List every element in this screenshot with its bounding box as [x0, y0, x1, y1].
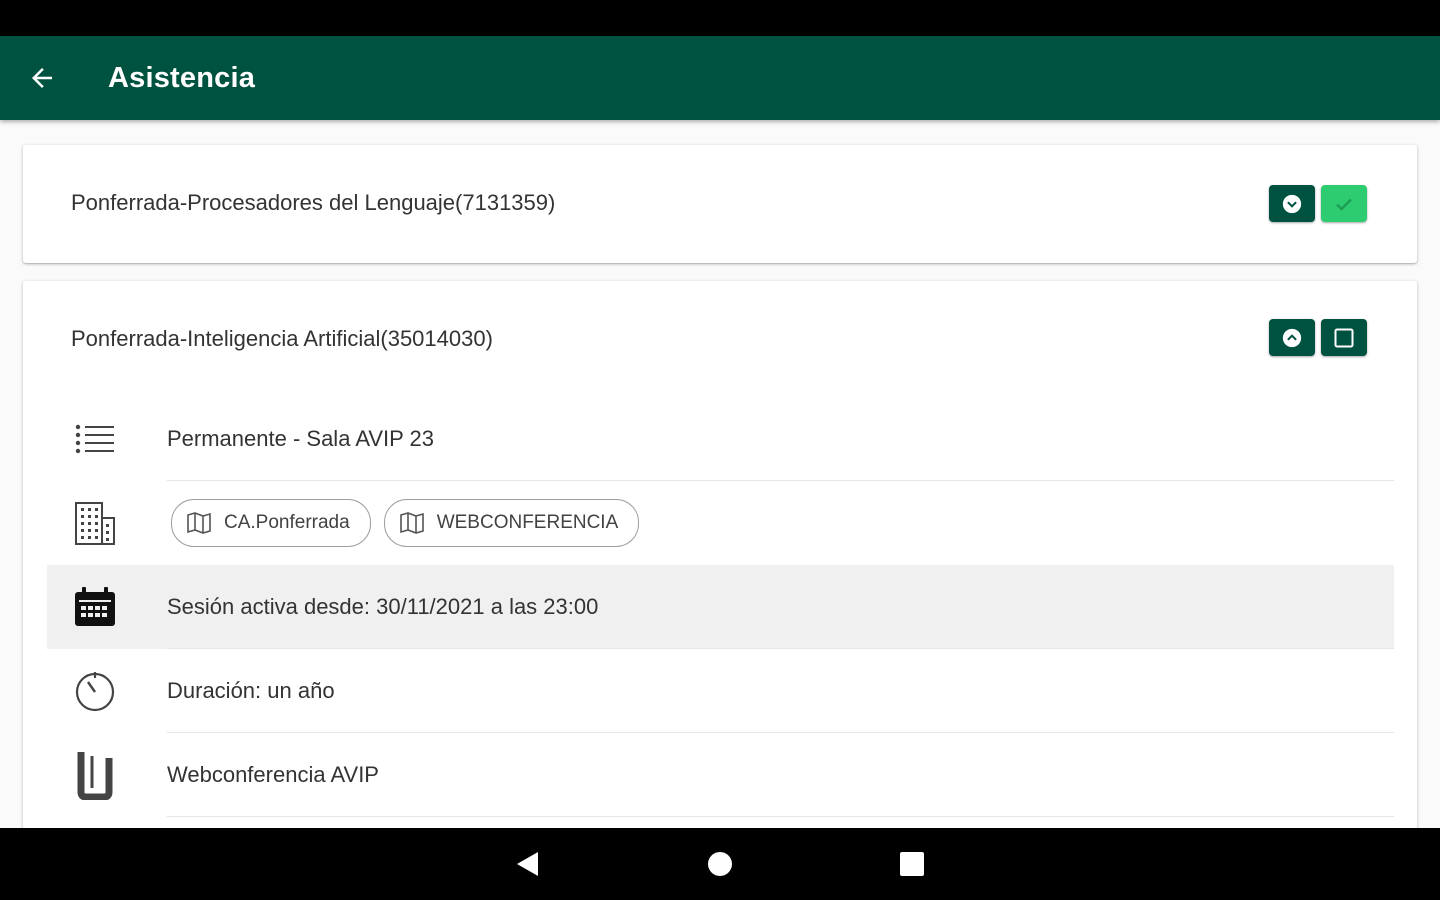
location-chip-label: WEBCONFERENCIA: [436, 512, 619, 533]
location-chip[interactable]: CA.Ponferrada: [171, 499, 371, 547]
list-icon: [71, 415, 119, 463]
platform-name: Webconferencia AVIP: [167, 762, 379, 787]
building-icon: [71, 499, 119, 547]
attendance-checkbox[interactable]: [1321, 185, 1367, 222]
chevron-down-icon: [1282, 194, 1302, 213]
course-card-expanded[interactable]: Ponferrada-Inteligencia Artificial(35014…: [23, 281, 1417, 828]
timer-icon: [71, 667, 119, 715]
system-nav-bar: [0, 828, 1440, 900]
checkbox-checked-icon: [1336, 198, 1352, 211]
expand-button[interactable]: [1269, 185, 1315, 222]
content-area: Ponferrada-Procesadores del Lenguaje(713…: [0, 120, 1440, 828]
map-icon: [187, 512, 211, 534]
app-bar: Asistencia: [0, 36, 1440, 120]
avip-logo-icon: [71, 751, 119, 800]
map-icon: [399, 512, 424, 534]
course-actions: [1269, 185, 1367, 222]
session-duration: Duración: un año: [167, 678, 335, 703]
session-type: Permanente - Sala AVIP 23: [167, 426, 435, 451]
nav-back-button[interactable]: [511, 848, 543, 880]
triangle-back-icon: [517, 852, 538, 876]
page-title: Asistencia: [108, 61, 256, 94]
detail-row-session[interactable]: Sesión activa desde: 30/11/2021 a las 23…: [47, 565, 1394, 649]
course-actions: [1269, 319, 1367, 356]
back-button[interactable]: [0, 36, 84, 120]
session-active: Sesión activa desde: 30/11/2021 a las 23…: [167, 594, 599, 619]
circle-home-icon: [708, 852, 732, 876]
detail-row-platform: Webconferencia AVIP: [47, 733, 1394, 817]
location-chips: CA.Ponferrada WEBCONFERENCIA: [171, 499, 640, 547]
detail-row-locations: CA.Ponferrada WEBCONFERENCIA: [47, 481, 1394, 565]
location-chip[interactable]: WEBCONFERENCIA: [383, 499, 640, 547]
status-bar: [0, 0, 1440, 36]
divider: [167, 816, 1394, 817]
collapse-button[interactable]: [1269, 319, 1315, 356]
nav-home-button[interactable]: [704, 848, 736, 880]
chevron-up-icon: [1282, 328, 1302, 347]
course-card[interactable]: Ponferrada-Procesadores del Lenguaje(713…: [23, 145, 1417, 263]
checkbox-unchecked-icon: [1334, 328, 1354, 347]
detail-row-duration: Duración: un año: [47, 649, 1394, 733]
square-recents-icon: [900, 852, 924, 876]
arrow-back-icon: [32, 68, 52, 88]
attendance-checkbox[interactable]: [1321, 319, 1367, 356]
detail-row-type: Permanente - Sala AVIP 23: [47, 397, 1394, 481]
course-title: Ponferrada-Procesadores del Lenguaje(713…: [71, 190, 556, 215]
nav-recents-button[interactable]: [896, 848, 928, 880]
location-chip-label: CA.Ponferrada: [224, 512, 350, 533]
calendar-icon: [71, 583, 119, 631]
course-title: Ponferrada-Inteligencia Artificial(35014…: [71, 326, 493, 351]
